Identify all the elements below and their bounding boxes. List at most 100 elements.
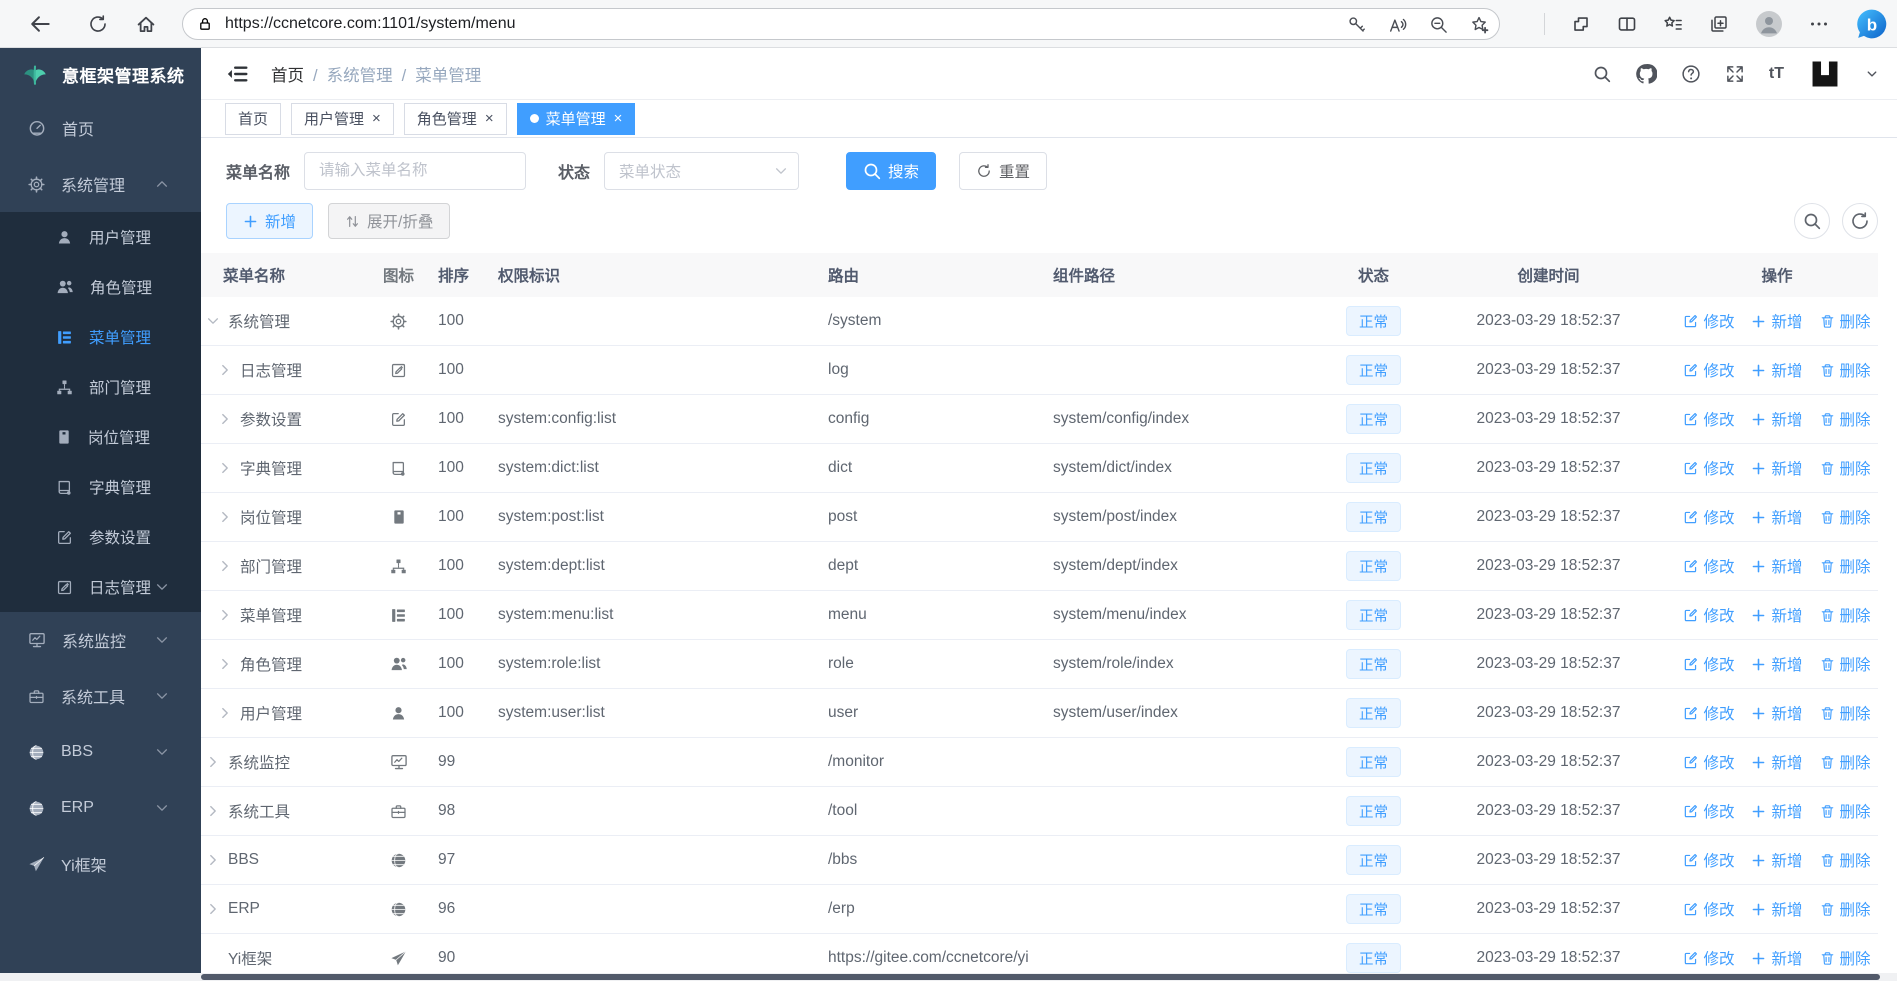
row-op-新增-link[interactable]: 新增 <box>1751 555 1803 577</box>
chevron-right-icon[interactable] <box>205 853 220 868</box>
breadcrumb-item[interactable]: 首页 <box>271 67 304 85</box>
sidebar-item-系统工具[interactable]: 系统工具 <box>0 668 201 724</box>
more-icon[interactable] <box>1809 14 1829 34</box>
refresh-icon[interactable] <box>86 12 110 36</box>
search-button[interactable]: 搜索 <box>846 152 937 190</box>
sidebar-item-BBS[interactable]: BBS <box>0 724 201 780</box>
row-op-新增-link[interactable]: 新增 <box>1751 653 1803 675</box>
url-text[interactable]: https://ccnetcore.com:1101/system/menu <box>225 15 1347 33</box>
fullscreen-icon[interactable] <box>1725 64 1745 84</box>
row-op-新增-link[interactable]: 新增 <box>1751 947 1803 969</box>
search-icon[interactable] <box>1593 65 1611 83</box>
close-tab-icon[interactable]: × <box>614 110 623 127</box>
row-op-新增-link[interactable]: 新增 <box>1751 849 1803 871</box>
row-op-修改-link[interactable]: 修改 <box>1683 849 1734 871</box>
tag-tab-角色管理[interactable]: 角色管理 × <box>403 102 507 135</box>
sidebar-item-用户管理[interactable]: 用户管理 <box>0 212 201 262</box>
row-op-修改-link[interactable]: 修改 <box>1683 457 1734 479</box>
collapse-sidebar-icon[interactable] <box>225 62 249 86</box>
menu-name-input[interactable] <box>304 152 527 190</box>
chevron-right-icon[interactable] <box>217 706 232 721</box>
status-select[interactable]: 菜单状态 <box>604 152 800 190</box>
github-icon[interactable] <box>1635 63 1657 85</box>
tag-tab-用户管理[interactable]: 用户管理 × <box>291 102 394 135</box>
extensions-icon[interactable] <box>1571 14 1591 34</box>
row-op-新增-link[interactable]: 新增 <box>1751 457 1803 479</box>
caret-down-icon[interactable] <box>1866 68 1878 80</box>
row-op-删除-link[interactable]: 删除 <box>1820 898 1871 920</box>
chevron-right-icon[interactable] <box>205 902 220 917</box>
reset-button[interactable]: 重置 <box>959 152 1048 190</box>
collections-icon[interactable] <box>1709 14 1729 34</box>
row-op-删除-link[interactable]: 删除 <box>1820 506 1871 528</box>
row-op-修改-link[interactable]: 修改 <box>1683 947 1734 969</box>
read-aloud-icon[interactable] <box>1388 15 1407 34</box>
row-op-删除-link[interactable]: 删除 <box>1820 702 1871 724</box>
sidebar-item-ERP[interactable]: ERP <box>0 780 201 836</box>
row-op-新增-link[interactable]: 新增 <box>1751 702 1803 724</box>
close-tab-icon[interactable]: × <box>485 110 494 127</box>
row-op-新增-link[interactable]: 新增 <box>1751 359 1803 381</box>
row-op-修改-link[interactable]: 修改 <box>1683 555 1734 577</box>
help-icon[interactable] <box>1681 64 1701 84</box>
toggle-search-button[interactable] <box>1794 203 1830 239</box>
row-op-修改-link[interactable]: 修改 <box>1683 604 1734 626</box>
row-op-新增-link[interactable]: 新增 <box>1751 800 1803 822</box>
row-op-删除-link[interactable]: 删除 <box>1820 947 1871 969</box>
row-op-删除-link[interactable]: 删除 <box>1820 408 1871 430</box>
chevron-right-icon[interactable] <box>205 755 220 770</box>
row-op-修改-link[interactable]: 修改 <box>1683 310 1734 332</box>
user-avatar-logo-icon[interactable] <box>1808 56 1842 91</box>
chevron-right-icon[interactable] <box>217 461 232 476</box>
back-icon[interactable] <box>28 12 52 36</box>
row-op-修改-link[interactable]: 修改 <box>1683 408 1734 430</box>
row-op-修改-link[interactable]: 修改 <box>1683 359 1734 381</box>
close-tab-icon[interactable]: × <box>372 110 381 127</box>
row-op-修改-link[interactable]: 修改 <box>1683 800 1734 822</box>
favorite-add-icon[interactable] <box>1470 15 1489 34</box>
tag-tab-首页[interactable]: 首页 <box>225 102 282 135</box>
row-op-新增-link[interactable]: 新增 <box>1751 898 1803 920</box>
row-op-删除-link[interactable]: 删除 <box>1820 751 1871 773</box>
row-op-删除-link[interactable]: 删除 <box>1820 800 1871 822</box>
row-op-修改-link[interactable]: 修改 <box>1683 751 1734 773</box>
chevron-right-icon[interactable] <box>217 363 232 378</box>
lock-icon[interactable] <box>197 16 213 32</box>
row-op-删除-link[interactable]: 删除 <box>1820 359 1871 381</box>
chevron-right-icon[interactable] <box>217 657 232 672</box>
sidebar-item-系统管理[interactable]: 系统管理 <box>0 156 201 212</box>
chevron-right-icon[interactable] <box>217 608 232 623</box>
row-op-新增-link[interactable]: 新增 <box>1751 604 1803 626</box>
font-size-icon[interactable]: tT <box>1769 65 1784 82</box>
bing-icon[interactable]: b <box>1855 7 1889 41</box>
row-op-删除-link[interactable]: 删除 <box>1820 604 1871 626</box>
key-icon[interactable] <box>1347 15 1366 34</box>
row-op-新增-link[interactable]: 新增 <box>1751 751 1803 773</box>
sidebar-item-首页[interactable]: 首页 <box>0 100 201 156</box>
sidebar-item-角色管理[interactable]: 角色管理 <box>0 262 201 312</box>
scrollbar-thumb[interactable] <box>201 974 1880 980</box>
row-op-修改-link[interactable]: 修改 <box>1683 653 1734 675</box>
row-op-删除-link[interactable]: 删除 <box>1820 555 1871 577</box>
split-screen-icon[interactable] <box>1617 14 1637 34</box>
refresh-table-button[interactable] <box>1842 203 1878 239</box>
sidebar-item-Yi框架[interactable]: Yi框架 <box>0 836 201 892</box>
chevron-right-icon[interactable] <box>217 510 232 525</box>
row-op-删除-link[interactable]: 删除 <box>1820 653 1871 675</box>
favorites-bar-icon[interactable] <box>1663 14 1683 34</box>
row-op-删除-link[interactable]: 删除 <box>1820 849 1871 871</box>
chevron-right-icon[interactable] <box>217 412 232 427</box>
tag-tab-菜单管理[interactable]: 菜单管理 × <box>516 102 636 135</box>
row-op-删除-link[interactable]: 删除 <box>1820 457 1871 479</box>
row-op-新增-link[interactable]: 新增 <box>1751 506 1803 528</box>
row-op-修改-link[interactable]: 修改 <box>1683 898 1734 920</box>
sidebar-item-系统监控[interactable]: 系统监控 <box>0 612 201 668</box>
address-bar[interactable]: https://ccnetcore.com:1101/system/menu <box>182 8 1500 40</box>
expand-collapse-button[interactable]: 展开/折叠 <box>328 203 451 239</box>
add-button[interactable]: 新增 <box>226 203 314 239</box>
profile-icon[interactable] <box>1755 10 1783 38</box>
sidebar-item-日志管理[interactable]: 日志管理 <box>0 562 201 612</box>
sidebar-item-字典管理[interactable]: 字典管理 <box>0 462 201 512</box>
sidebar-item-菜单管理[interactable]: 菜单管理 <box>0 312 201 362</box>
row-op-新增-link[interactable]: 新增 <box>1751 408 1803 430</box>
